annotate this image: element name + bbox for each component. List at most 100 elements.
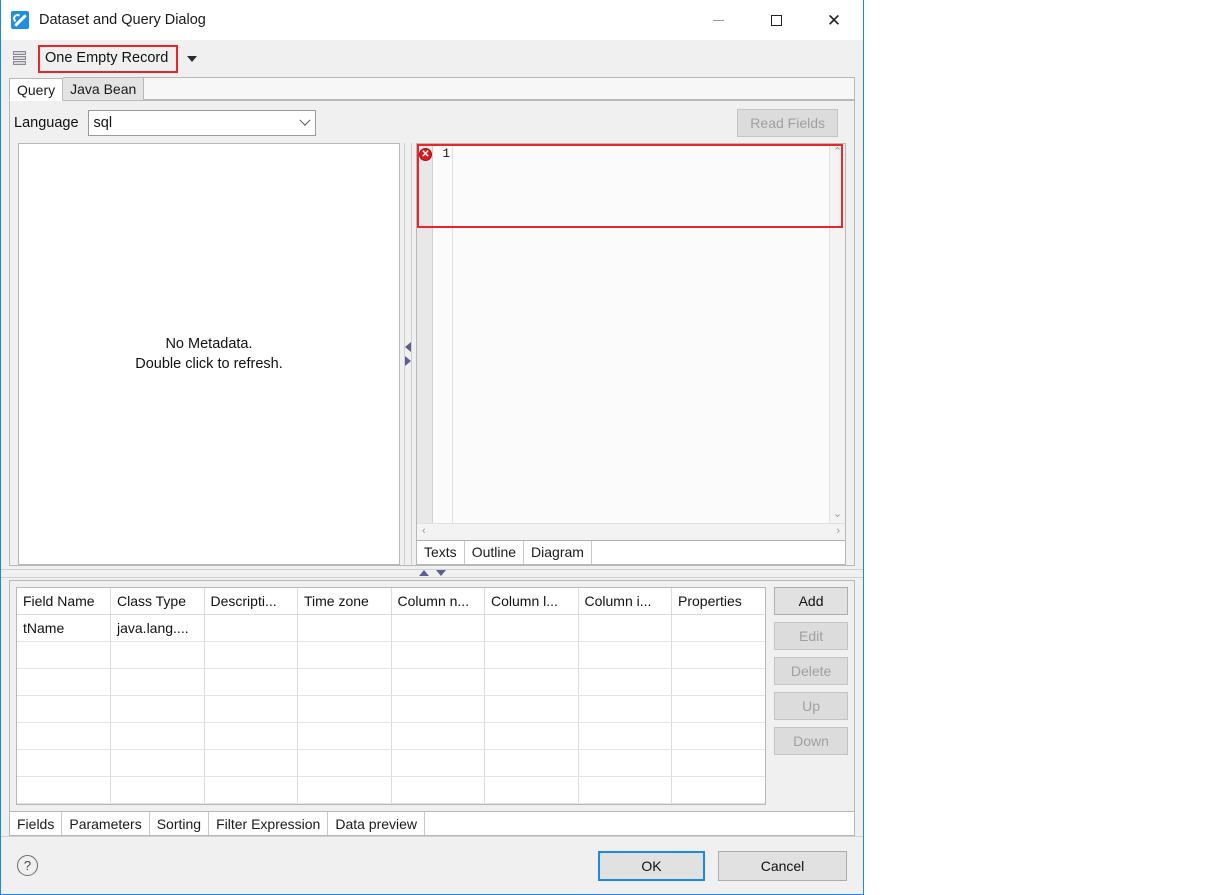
table-cell[interactable] — [297, 749, 392, 777]
table-cell[interactable] — [17, 668, 111, 696]
tab-java-bean[interactable]: Java Bean — [63, 77, 145, 100]
minimize-button[interactable] — [689, 0, 747, 40]
language-combo[interactable]: sql — [87, 110, 316, 136]
table-cell[interactable] — [17, 722, 111, 750]
edit-button[interactable]: Edit — [774, 621, 849, 650]
table-cell[interactable] — [484, 722, 579, 750]
editor-tab-diagram[interactable]: Diagram — [524, 540, 592, 564]
editor-horizontal-scrollbar[interactable]: ‹ › — [417, 522, 845, 540]
table-cell[interactable] — [578, 749, 672, 777]
table-cell[interactable] — [110, 668, 205, 696]
repository-name[interactable]: One Empty Record — [38, 45, 179, 73]
editor-tab-outline[interactable]: Outline — [464, 540, 525, 564]
table-cell[interactable] — [578, 668, 672, 696]
down-button[interactable]: Down — [774, 726, 849, 755]
error-icon[interactable]: ✕ — [419, 148, 432, 161]
editor-marker-ruler[interactable]: ✕ — [417, 144, 433, 523]
ok-button[interactable]: OK — [598, 850, 705, 881]
table-cell[interactable] — [671, 722, 766, 750]
table-cell[interactable] — [578, 722, 672, 750]
close-button[interactable]: ✕ — [805, 0, 863, 40]
table-cell[interactable] — [578, 614, 672, 642]
table-cell[interactable] — [671, 695, 766, 723]
collapse-up-icon[interactable] — [418, 569, 429, 576]
table-cell[interactable] — [17, 641, 111, 669]
table-column-header[interactable]: Time zone — [297, 587, 392, 615]
collapse-down-icon[interactable] — [435, 569, 446, 576]
table-cell[interactable] — [484, 614, 579, 642]
table-cell[interactable] — [578, 641, 672, 669]
table-cell[interactable] — [671, 614, 766, 642]
table-cell[interactable] — [297, 695, 392, 723]
table-cell[interactable] — [671, 668, 766, 696]
scroll-left-icon[interactable]: ‹ — [422, 526, 426, 537]
collapse-left-icon[interactable] — [405, 341, 411, 352]
table-cell[interactable] — [484, 695, 579, 723]
table-cell[interactable] — [17, 695, 111, 723]
chevron-down-icon[interactable] — [187, 56, 198, 62]
table-cell[interactable] — [204, 641, 298, 669]
table-cell[interactable] — [110, 641, 205, 669]
scroll-up-icon[interactable]: ⌃ — [833, 147, 842, 158]
table-cell[interactable] — [110, 749, 205, 777]
table-cell[interactable] — [391, 722, 485, 750]
table-cell[interactable] — [17, 776, 111, 804]
table-column-header[interactable]: Class Type — [110, 587, 205, 615]
table-cell[interactable] — [204, 749, 298, 777]
tab-query[interactable]: Query — [9, 78, 64, 101]
tab-parameters[interactable]: Parameters — [62, 812, 150, 835]
delete-button[interactable]: Delete — [774, 656, 849, 685]
tab-sorting[interactable]: Sorting — [149, 812, 210, 835]
table-row[interactable]: tName java.lang.... — [17, 614, 766, 642]
table-cell[interactable] — [297, 668, 392, 696]
editor-tab-texts[interactable]: Texts — [417, 540, 465, 564]
table-cell[interactable] — [391, 614, 485, 642]
cancel-button[interactable]: Cancel — [718, 850, 847, 881]
table-row[interactable] — [17, 776, 766, 804]
maximize-button[interactable] — [747, 0, 805, 40]
read-fields-button[interactable]: Read Fields — [737, 109, 838, 137]
table-cell[interactable]: java.lang.... — [110, 614, 205, 642]
table-cell[interactable] — [578, 776, 672, 804]
metadata-panel[interactable]: No Metadata. Double click to refresh. — [18, 143, 400, 565]
table-cell[interactable] — [204, 695, 298, 723]
table-column-header[interactable]: Column n... — [391, 587, 485, 615]
scroll-right-icon[interactable]: › — [836, 526, 840, 537]
editor-text-area[interactable] — [453, 144, 829, 523]
table-cell[interactable] — [204, 722, 298, 750]
table-column-header[interactable]: Field Name — [17, 587, 111, 615]
table-column-header[interactable]: Properties — [671, 587, 766, 615]
up-button[interactable]: Up — [774, 691, 849, 720]
table-cell[interactable] — [110, 776, 205, 804]
table-cell[interactable] — [391, 695, 485, 723]
table-row[interactable] — [17, 668, 766, 696]
editor-vertical-scrollbar[interactable]: ⌃ ⌄ — [829, 144, 845, 523]
table-cell[interactable] — [484, 776, 579, 804]
add-button[interactable]: Add — [774, 586, 849, 615]
tab-fields[interactable]: Fields — [10, 812, 63, 835]
table-column-header[interactable]: Column i... — [578, 587, 672, 615]
table-row[interactable] — [17, 641, 766, 669]
collapse-right-icon[interactable] — [405, 355, 411, 366]
table-row[interactable] — [17, 722, 766, 750]
table-cell[interactable] — [671, 749, 766, 777]
table-cell[interactable] — [204, 776, 298, 804]
tab-data-preview[interactable]: Data preview — [328, 812, 426, 835]
help-icon[interactable]: ? — [17, 855, 38, 876]
table-row[interactable] — [17, 749, 766, 777]
table-cell[interactable] — [297, 722, 392, 750]
table-cell[interactable] — [110, 722, 205, 750]
table-cell[interactable] — [671, 776, 766, 804]
table-cell[interactable] — [484, 641, 579, 669]
table-column-header[interactable]: Descripti... — [204, 587, 298, 615]
table-cell[interactable] — [484, 668, 579, 696]
table-cell[interactable] — [484, 749, 579, 777]
table-cell[interactable]: tName — [17, 614, 111, 642]
horizontal-sash[interactable] — [1, 565, 863, 580]
table-cell[interactable] — [391, 776, 485, 804]
table-cell[interactable] — [204, 668, 298, 696]
table-cell[interactable] — [297, 614, 392, 642]
vertical-sash[interactable] — [400, 143, 416, 565]
table-cell[interactable] — [578, 695, 672, 723]
scroll-down-icon[interactable]: ⌄ — [833, 508, 842, 520]
